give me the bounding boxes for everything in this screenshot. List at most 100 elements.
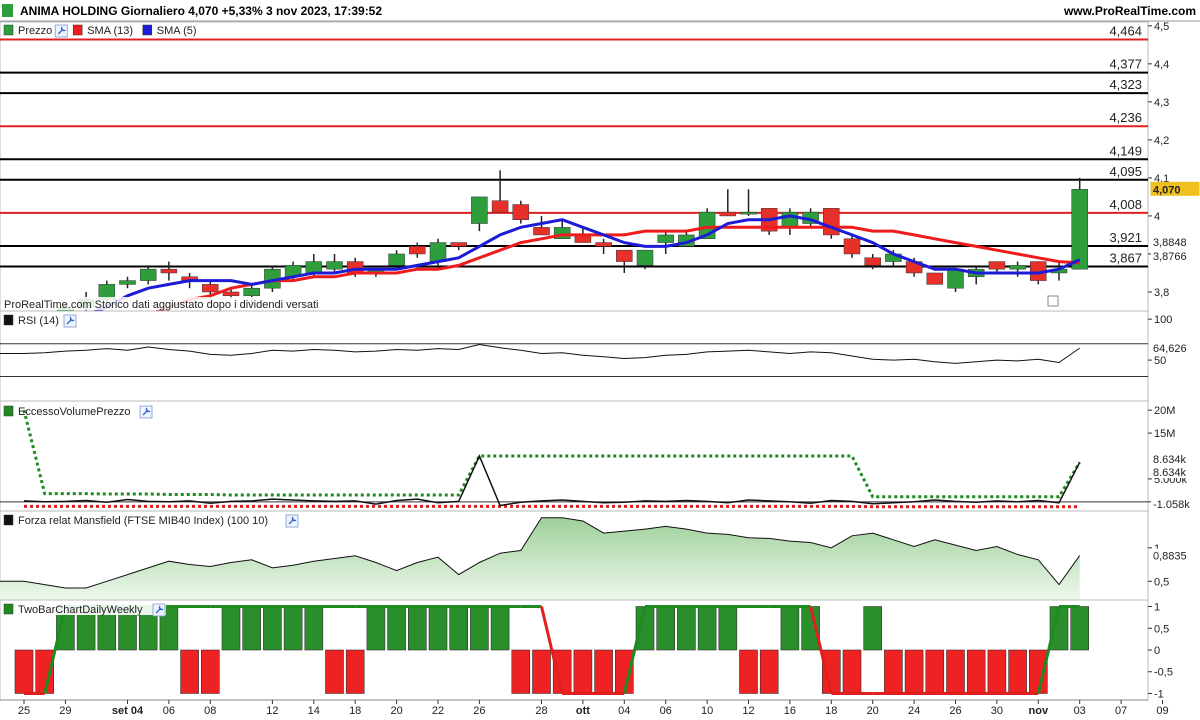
- candle-body: [450, 242, 467, 247]
- daily-bar: [884, 649, 903, 694]
- candle-body: [202, 284, 219, 293]
- x-tick-label: 20: [867, 705, 879, 717]
- x-tick-label: 09: [1156, 705, 1168, 717]
- daily-bar: [573, 649, 593, 694]
- site-url[interactable]: www.ProRealTime.com: [1063, 4, 1196, 18]
- x-tick-label: 26: [949, 705, 961, 717]
- daily-bar: [863, 606, 883, 651]
- info-icon: [1047, 295, 1059, 307]
- price-tick-label: 4,5: [1154, 21, 1169, 33]
- level-label: 4,464: [1109, 23, 1142, 38]
- candle-body: [471, 196, 488, 224]
- level-label: 4,323: [1109, 77, 1142, 92]
- level-label: 4,377: [1109, 57, 1142, 72]
- legend-label: Forza relat Mansfield (FTSE MIB40 Index)…: [18, 515, 268, 527]
- price-tick-label: 4,4: [1154, 59, 1169, 71]
- daily-bar: [987, 649, 1007, 694]
- vol-tick-label: 20M: [1154, 405, 1175, 417]
- daily-bar: [263, 606, 282, 651]
- candle: [1071, 177, 1088, 270]
- x-tick-label: 14: [308, 705, 320, 717]
- candle-body: [719, 211, 737, 217]
- wrench-icon: [285, 514, 299, 528]
- legend-label: SMA (13): [87, 25, 133, 37]
- x-tick-label: 28: [535, 705, 547, 717]
- daily-bar: [428, 606, 448, 651]
- legend-swatch: [3, 405, 14, 417]
- legend-label: TwoBarChartDailyWeekly: [18, 604, 143, 616]
- price-tick-label: 4,2: [1154, 135, 1169, 147]
- daily-bar: [656, 606, 676, 651]
- x-tick-label: 12: [742, 705, 754, 717]
- wrench-icon: [139, 405, 153, 419]
- legend-label: SMA (5): [157, 25, 197, 37]
- daily-bar: [759, 649, 779, 694]
- x-tick-label: ott: [576, 705, 590, 717]
- legend-label: Prezzo: [18, 25, 52, 37]
- candle-body: [533, 227, 550, 236]
- panel-frame: [0, 310, 1149, 402]
- x-tick-label: 06: [660, 705, 672, 717]
- daily-bar: [594, 649, 613, 694]
- candle-body: [843, 238, 861, 255]
- x-tick-label: 08: [204, 705, 216, 717]
- legend-swatch: [3, 24, 14, 36]
- daily-bar: [304, 606, 324, 651]
- wrench-icon: [54, 24, 68, 38]
- daily-bar: [1008, 649, 1027, 694]
- candle-body: [512, 204, 530, 220]
- legend-swatch: [3, 603, 14, 615]
- twobar-tick-label: 0,5: [1154, 623, 1169, 635]
- x-tick-label: 20: [390, 705, 402, 717]
- candle-body: [388, 253, 405, 266]
- candle-body: [305, 261, 323, 274]
- rsi-tick-label: 50: [1154, 355, 1166, 367]
- twobar-panel: 1 0,5 0 -0,5 -1 TwoBarChartDailyWeekly: [0, 599, 1173, 701]
- candle-body: [926, 272, 944, 285]
- legend-swatch: [3, 514, 14, 526]
- vol-tag-upper: 8.634k: [1153, 467, 1187, 479]
- daily-bar: [1070, 606, 1089, 651]
- daily-bar: [325, 649, 344, 694]
- rsi-tick-label: 100: [1154, 314, 1172, 326]
- x-tick-label: 16: [784, 705, 796, 717]
- legend-label: RSI (14): [18, 315, 59, 327]
- daily-bar: [718, 606, 738, 651]
- daily-bar: [242, 606, 261, 651]
- instrument-title: ANIMA HOLDING Giornaliero 4,070 +5,33% 3…: [20, 4, 382, 18]
- x-tick-label: 10: [701, 705, 713, 717]
- candle-body: [119, 280, 136, 285]
- rsi-tag: 64,626: [1153, 343, 1187, 355]
- rsi-panel: 100 5064,626 RSI (14): [0, 310, 1199, 402]
- candle: [823, 208, 840, 239]
- candle-body: [988, 261, 1006, 270]
- candle-body: [429, 242, 447, 262]
- candle-body: [947, 268, 964, 289]
- daily-bar: [180, 649, 199, 694]
- daily-bar: [842, 649, 862, 694]
- x-tick-label: 03: [1074, 705, 1086, 717]
- level-label: 3,867: [1109, 251, 1142, 266]
- legend-swatch: [3, 314, 14, 326]
- daily-bar: [697, 606, 717, 651]
- app-logo-icon: [2, 4, 13, 17]
- daily-bar: [387, 606, 406, 651]
- daily-bar: [201, 649, 220, 694]
- x-tick-label: set 04: [112, 705, 144, 717]
- price-note: ProRealTime.com Storico dati aggiustato …: [4, 299, 318, 311]
- candle-body: [864, 257, 881, 266]
- mansfield-tag: 0,8835: [1153, 551, 1187, 563]
- candle-body: [222, 291, 240, 297]
- level-label: 3,921: [1109, 230, 1142, 245]
- candle-body: [139, 268, 157, 281]
- legend-label: EccessoVolumePrezzo: [18, 406, 131, 418]
- daily-bar: [470, 606, 489, 651]
- candle-body: [636, 249, 654, 266]
- daily-bar: [904, 649, 924, 694]
- wrench-icon: [63, 314, 77, 328]
- x-tick-label: 04: [618, 705, 630, 717]
- vol-tag-excess: 8.634k: [1153, 454, 1187, 466]
- twobar-tick-label: -0,5: [1154, 667, 1173, 679]
- x-tick-label: 25: [18, 705, 30, 717]
- candle-body: [326, 261, 343, 270]
